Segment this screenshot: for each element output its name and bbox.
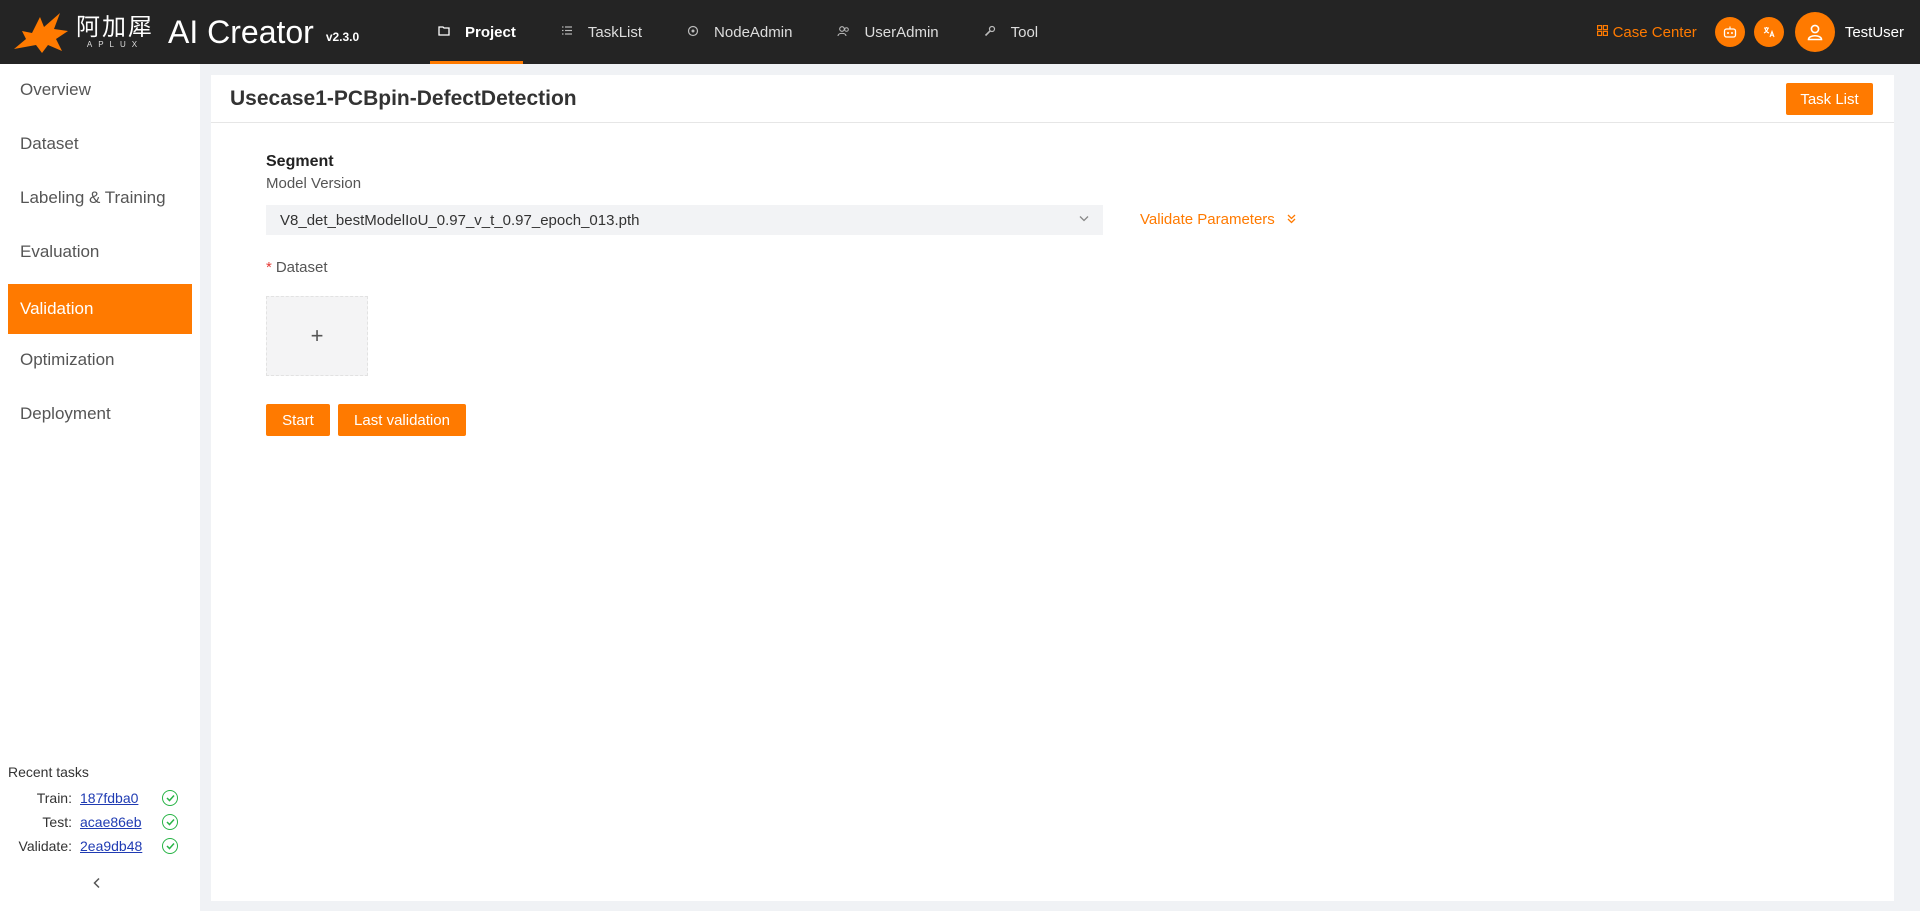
users-icon: [836, 25, 850, 40]
recent-tasks: Recent tasks Train: 187fdba0 Test: acae8…: [8, 764, 192, 858]
required-marker: *: [266, 259, 272, 276]
nav-project[interactable]: Project: [415, 0, 538, 64]
recent-task-link[interactable]: 2ea9db48: [80, 838, 160, 854]
section-title: Segment: [266, 153, 334, 170]
list-icon: [560, 25, 574, 39]
recent-task-row: Validate: 2ea9db48: [8, 834, 192, 858]
nav-tasklist-label: TaskList: [587, 23, 643, 41]
nav-tasklist[interactable]: TaskList: [538, 0, 664, 64]
brand-cn-sub: APLUX: [86, 40, 144, 49]
nav-tool[interactable]: Tool: [961, 0, 1061, 64]
nav-useradmin[interactable]: UserAdmin: [814, 0, 960, 64]
chevron-down-icon: [1079, 211, 1089, 225]
plus-icon: +: [310, 323, 324, 348]
user-icon: [1807, 24, 1823, 41]
check-circle-icon: [162, 838, 178, 854]
wrench-icon: [983, 25, 997, 40]
dataset-label-text: Dataset: [275, 259, 328, 276]
check-circle-icon: [162, 814, 178, 830]
validation-form: Segment Model Version V8_det_bestModelIo…: [266, 153, 1296, 436]
sidebar-item-dataset[interactable]: Dataset: [8, 119, 192, 169]
nav-tool-label: Tool: [1010, 23, 1039, 41]
recent-task-label: Validate:: [18, 838, 72, 854]
top-bar: 阿加犀 APLUX AI Creator v2.3.0 Project Task…: [0, 0, 1920, 64]
nav-useradmin-label: UserAdmin: [864, 23, 939, 41]
sidebar-item-labeling-training[interactable]: Labeling & Training: [8, 173, 192, 223]
brand-cn-name: 阿加犀 APLUX: [76, 14, 154, 50]
nav-nodeadmin-label: NodeAdmin: [714, 23, 793, 41]
start-button[interactable]: Start: [266, 404, 330, 436]
nav-project-label: Project: [465, 23, 516, 41]
robot-icon[interactable]: [1714, 17, 1745, 47]
grid-icon: [1596, 25, 1608, 39]
sidebar-item-evaluation[interactable]: Evaluation: [8, 227, 192, 277]
recent-task-label: Test:: [42, 814, 72, 830]
check-circle-icon: [162, 790, 178, 806]
task-list-button[interactable]: Task List: [1786, 83, 1873, 115]
model-version-select[interactable]: V8_det_bestModelIoU_0.97_v_t_0.97_epoch_…: [266, 205, 1103, 235]
recent-task-row: Train: 187fdba0: [8, 786, 192, 810]
sidebar: Overview Dataset Labeling & Training Eva…: [0, 64, 200, 911]
app-title: AI Creator: [168, 13, 314, 50]
recent-task-row: Test: acae86eb: [8, 810, 192, 834]
aplux-logo-icon: [12, 9, 70, 55]
nav-nodeadmin[interactable]: NodeAdmin: [664, 0, 814, 64]
node-icon: [686, 25, 700, 40]
dataset-label: * Dataset: [266, 259, 328, 276]
app-version: v2.3.0: [325, 30, 360, 44]
collapse-sidebar-icon[interactable]: [92, 876, 102, 894]
recent-task-link[interactable]: acae86eb: [80, 814, 160, 830]
validate-parameters-label: Validate Parameters: [1140, 211, 1275, 228]
brand-cn-main: 阿加犀: [76, 13, 154, 41]
dataset-upload-button[interactable]: +: [266, 296, 368, 376]
recent-tasks-title: Recent tasks: [8, 764, 89, 780]
language-icon[interactable]: [1753, 17, 1784, 47]
header-right: Case Center TestUser: [1596, 0, 1904, 64]
model-version-value: V8_det_bestModelIoU_0.97_v_t_0.97_epoch_…: [280, 211, 640, 229]
last-validation-button[interactable]: Last validation: [338, 404, 466, 436]
username[interactable]: TestUser: [1845, 24, 1904, 41]
sidebar-item-deployment[interactable]: Deployment: [8, 389, 192, 439]
recent-task-link[interactable]: 187fdba0: [80, 790, 160, 806]
case-center-link[interactable]: Case Center: [1596, 23, 1697, 41]
validate-parameters-toggle[interactable]: Validate Parameters: [1140, 211, 1296, 228]
sidebar-item-validation[interactable]: Validation: [8, 284, 192, 334]
page-title: Usecase1-PCBpin-DefectDetection: [230, 86, 577, 110]
brand[interactable]: 阿加犀 APLUX AI Creator v2.3.0: [0, 0, 400, 64]
case-center-label: Case Center: [1612, 23, 1697, 41]
model-version-label: Model Version: [266, 175, 362, 192]
sidebar-item-optimization[interactable]: Optimization: [8, 335, 192, 385]
double-chevron-down-icon: [1287, 214, 1296, 227]
main-header: Usecase1-PCBpin-DefectDetection: [211, 75, 1894, 123]
main-panel: Usecase1-PCBpin-DefectDetection Task Lis…: [211, 75, 1894, 901]
main-nav: Project TaskList NodeAdmin UserAdmin Too…: [415, 0, 1060, 64]
folder-icon: [437, 25, 451, 39]
avatar[interactable]: [1794, 12, 1835, 52]
recent-task-label: Train:: [36, 790, 72, 806]
sidebar-item-overview[interactable]: Overview: [8, 65, 192, 115]
